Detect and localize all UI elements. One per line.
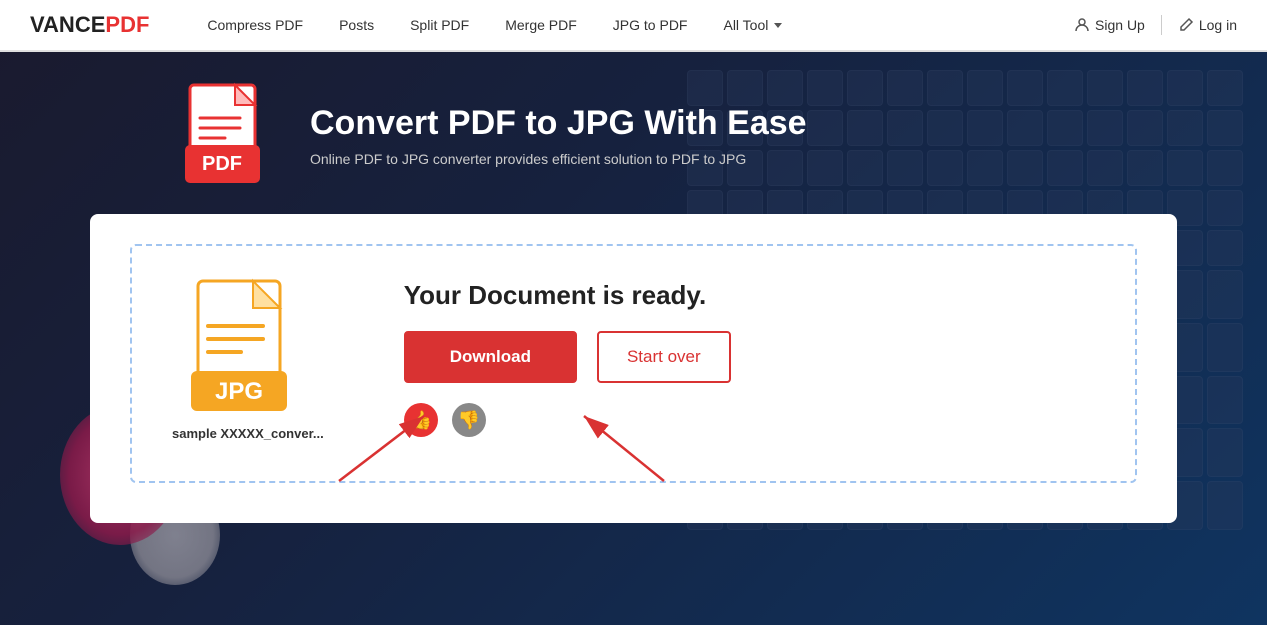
hero-section: PDF Convert PDF to JPG With Ease Online … [0, 52, 1267, 214]
feedback-row: 👍 👎 [404, 403, 486, 437]
buttons-row: Download Start over [404, 331, 731, 383]
thumbs-up-icon: 👍 [410, 410, 432, 431]
filename-label: sample XXXXX_conver... [172, 426, 324, 441]
logo-vance: VANCE [30, 12, 105, 37]
nav-jpg-to-pdf[interactable]: JPG to PDF [595, 17, 706, 33]
logo-pdf: PDF [105, 12, 149, 37]
edit-icon [1178, 17, 1194, 33]
user-icon [1074, 17, 1090, 33]
nav-merge-pdf[interactable]: Merge PDF [487, 17, 595, 33]
nav-links: Compress PDF Posts Split PDF Merge PDF J… [189, 17, 1074, 33]
startover-button[interactable]: Start over [597, 331, 731, 383]
login-button[interactable]: Log in [1178, 17, 1237, 33]
hero-text: Convert PDF to JPG With Ease Online PDF … [310, 103, 807, 168]
download-button[interactable]: Download [404, 331, 577, 383]
jpg-file-icon: JPG [183, 276, 313, 416]
nav-posts[interactable]: Posts [321, 17, 392, 33]
like-button[interactable]: 👍 [404, 403, 438, 437]
thumbs-down-icon: 👎 [458, 410, 480, 431]
logo[interactable]: VANCEPDF [30, 12, 149, 38]
nav-split-pdf[interactable]: Split PDF [392, 17, 487, 33]
nav-divider [1161, 15, 1162, 35]
hero-subtitle: Online PDF to JPG converter provides eff… [310, 151, 807, 167]
pdf-icon: PDF [180, 80, 280, 190]
chevron-down-icon [774, 23, 782, 28]
navbar: VANCEPDF Compress PDF Posts Split PDF Me… [0, 0, 1267, 52]
file-icon-area: JPG sample XXXXX_conver... [172, 276, 324, 441]
dislike-button[interactable]: 👎 [452, 403, 486, 437]
dashed-box: JPG sample XXXXX_conver... Your Document… [130, 244, 1137, 483]
svg-text:PDF: PDF [202, 153, 242, 175]
nav-right: Sign Up Log in [1074, 15, 1237, 35]
ready-text: Your Document is ready. [404, 280, 706, 311]
hero-title: Convert PDF to JPG With Ease [310, 103, 807, 144]
signup-button[interactable]: Sign Up [1074, 17, 1145, 33]
svg-text:JPG: JPG [215, 378, 263, 405]
nav-compress-pdf[interactable]: Compress PDF [189, 17, 321, 33]
result-area: Your Document is ready. [404, 280, 1095, 437]
nav-all-tool[interactable]: All Tool [705, 17, 800, 33]
main-card: JPG sample XXXXX_conver... Your Document… [90, 214, 1177, 523]
